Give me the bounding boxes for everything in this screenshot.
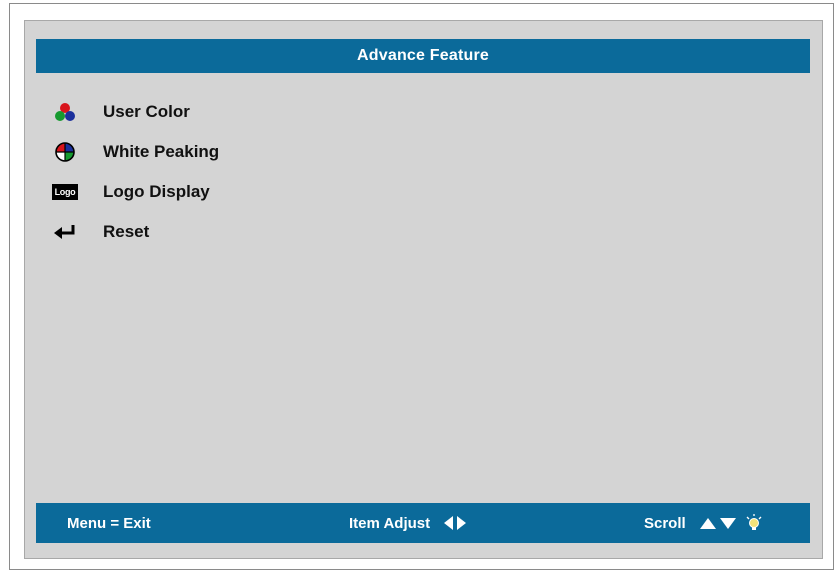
logo-icon-text: Logo	[51, 184, 79, 200]
menu-list: User Color White Peaking Logo Logo Displ…	[50, 92, 219, 252]
left-right-arrows-icon	[444, 516, 467, 530]
footer-exit-hint: Menu = Exit	[67, 503, 151, 543]
arrow-down-icon	[719, 517, 736, 529]
footer-scroll-hint: Scroll	[644, 503, 762, 543]
menu-item-label: Reset	[103, 222, 150, 241]
enter-arrow-icon	[50, 221, 80, 243]
footer-bar: Menu = Exit Item Adjust Scroll	[36, 503, 810, 543]
menu-item-label: Logo Display	[103, 182, 210, 201]
menu-title-bar: Advance Feature	[36, 39, 810, 73]
menu-item-label: White Peaking	[103, 142, 220, 161]
footer-scroll-label: Scroll	[644, 514, 686, 532]
lightbulb-icon	[746, 514, 762, 532]
footer-exit-label: Menu = Exit	[67, 514, 151, 532]
footer-adjust-label: Item Adjust	[349, 514, 431, 532]
menu-item-label: User Color	[103, 102, 190, 121]
menu-item-white-peaking[interactable]: White Peaking	[50, 132, 219, 172]
arrow-right-icon	[457, 516, 467, 530]
color-wheel-icon	[50, 141, 80, 163]
up-down-arrows-icon	[699, 517, 736, 529]
menu-item-reset[interactable]: Reset	[50, 212, 219, 252]
footer-adjust-hint: Item Adjust	[349, 503, 467, 543]
arrow-left-icon	[444, 516, 454, 530]
arrow-up-icon	[699, 517, 716, 529]
menu-item-user-color[interactable]: User Color	[50, 92, 219, 132]
menu-title: Advance Feature	[357, 47, 489, 64]
rgb-dots-icon	[50, 101, 80, 123]
logo-icon: Logo	[50, 181, 80, 203]
menu-item-logo-display[interactable]: Logo Logo Display	[50, 172, 219, 212]
